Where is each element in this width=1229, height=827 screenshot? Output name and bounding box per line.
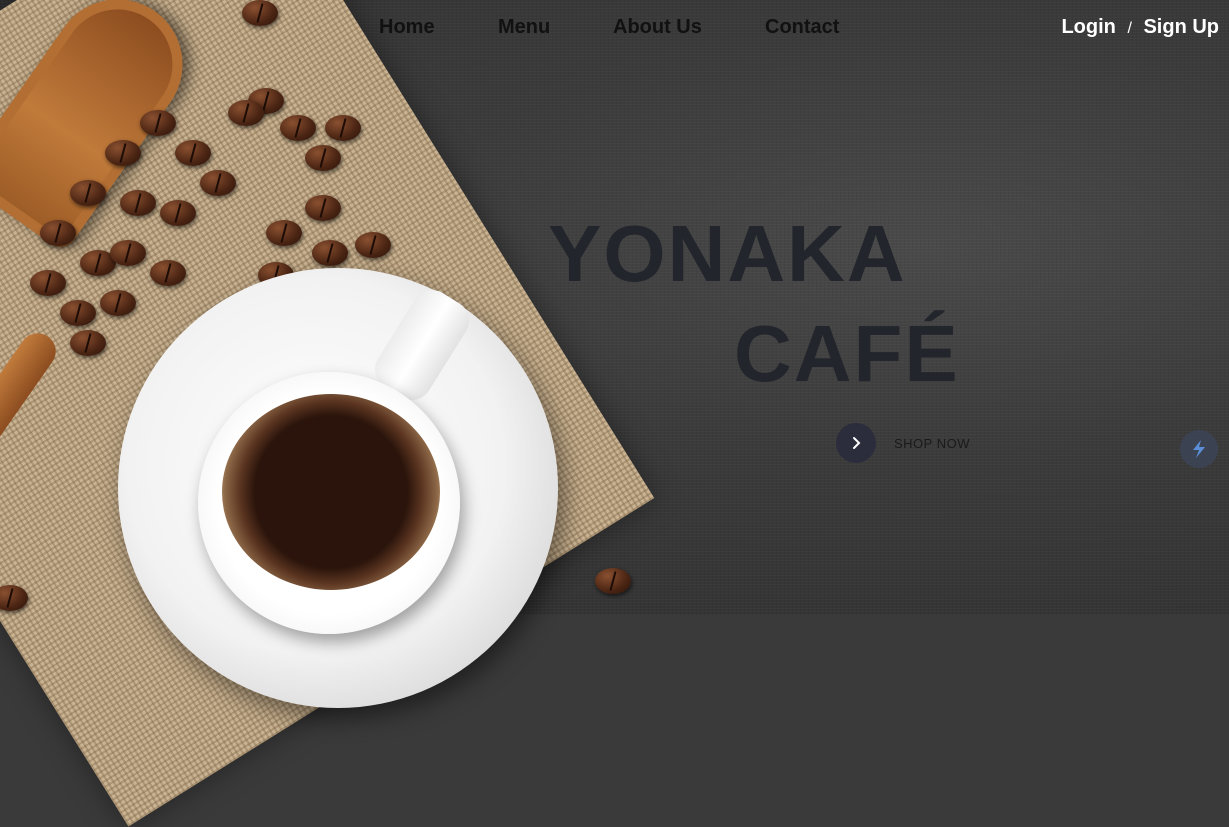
coffee-bean xyxy=(30,270,66,296)
hero-background xyxy=(0,0,1229,827)
coffee-bean xyxy=(120,190,156,216)
nav-link-menu[interactable]: Menu xyxy=(498,16,550,39)
top-navigation: Home Menu About Us Contact Login / Sign … xyxy=(0,0,1229,56)
chevron-right-icon[interactable] xyxy=(836,423,876,463)
coffee-bean xyxy=(105,140,141,166)
coffee-bean xyxy=(160,200,196,226)
coffee-bean xyxy=(200,170,236,196)
lightning-icon[interactable] xyxy=(1180,430,1218,468)
coffee-bean xyxy=(140,110,176,136)
signup-link[interactable]: Sign Up xyxy=(1143,16,1219,38)
coffee-bean xyxy=(60,300,96,326)
coffee-bean xyxy=(355,232,391,258)
coffee-bean xyxy=(228,100,264,126)
nav-link-home[interactable]: Home xyxy=(379,16,435,39)
coffee-bean xyxy=(110,240,146,266)
coffee-bean xyxy=(100,290,136,316)
coffee-crema-image xyxy=(222,394,440,590)
coffee-bean xyxy=(280,115,316,141)
coffee-bean xyxy=(325,115,361,141)
coffee-bean xyxy=(70,180,106,206)
coffee-bean xyxy=(150,260,186,286)
coffee-bean xyxy=(40,220,76,246)
coffee-bean xyxy=(266,220,302,246)
login-link[interactable]: Login xyxy=(1061,16,1115,38)
coffee-bean xyxy=(175,140,211,166)
shop-now-button[interactable]: SHOP NOW xyxy=(836,423,970,463)
coffee-bean xyxy=(305,145,341,171)
auth-separator: / xyxy=(1127,20,1132,37)
coffee-bean xyxy=(305,195,341,221)
shop-now-label[interactable]: SHOP NOW xyxy=(894,436,970,451)
hero-title-line1: YONAKA xyxy=(548,209,907,298)
nav-link-contact[interactable]: Contact xyxy=(765,16,839,39)
coffee-bean xyxy=(595,568,631,594)
nav-link-about[interactable]: About Us xyxy=(613,16,702,39)
coffee-bean xyxy=(312,240,348,266)
coffee-bean xyxy=(70,330,106,356)
hero-title-line2: CAFÉ xyxy=(734,309,960,398)
auth-links: Login / Sign Up xyxy=(1061,16,1219,39)
